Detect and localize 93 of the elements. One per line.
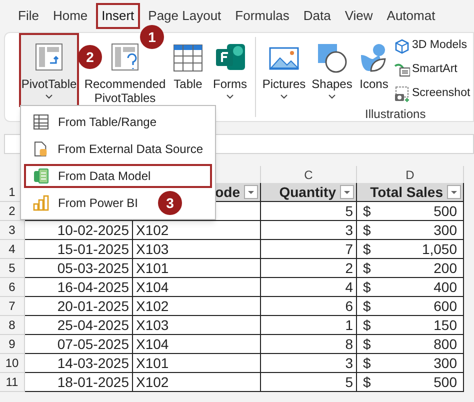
table-cell: X101 <box>133 354 261 373</box>
currency-symbol: $ <box>363 334 371 354</box>
table-cell: 07-05-2025 <box>25 335 133 354</box>
currency-symbol: $ <box>363 316 371 334</box>
filter-dropdown-icon[interactable] <box>447 185 461 199</box>
document-database-icon <box>33 141 49 157</box>
table-cell: 4 <box>261 278 357 297</box>
currency-symbol: $ <box>363 258 371 278</box>
table-cell: 20-01-2025 <box>25 297 133 316</box>
table-cell: 14-03-2025 <box>25 354 133 373</box>
column-heading: Total Sales <box>370 182 443 202</box>
table-cell: 3 <box>261 221 357 240</box>
ribbon-button[interactable]: SmartArt <box>394 59 470 80</box>
row-header[interactable]: 6 <box>0 278 25 297</box>
amount-text: 800 <box>434 334 457 354</box>
ribbon-tab[interactable]: Home <box>46 3 94 29</box>
column-heading: Quantity <box>279 182 336 202</box>
ribbon-button[interactable]: Forms <box>211 33 249 102</box>
table-cell: 7 <box>261 240 357 259</box>
amount-text: 200 <box>434 258 457 278</box>
currency-symbol: $ <box>363 372 371 392</box>
step-badge: 1 <box>140 25 164 49</box>
ribbon-button[interactable]: Screenshot <box>394 83 470 104</box>
amount-text: 150 <box>434 316 457 334</box>
amount-text: 600 <box>434 296 457 316</box>
table-cell: X102 <box>133 221 261 240</box>
menu-item[interactable]: From External Data Source <box>24 137 212 161</box>
row-header[interactable]: 8 <box>0 316 25 335</box>
row-header[interactable]: 10 <box>0 354 25 373</box>
ribbon-tab[interactable]: Automat <box>380 3 442 29</box>
menu-item[interactable]: From Data Model <box>24 164 212 188</box>
amount-text: 500 <box>434 202 457 220</box>
camera-icon <box>394 86 410 102</box>
amount-text: 400 <box>434 278 457 296</box>
table-cell: X102 <box>133 297 261 316</box>
shapes-icon <box>315 41 349 73</box>
bar-chart-icon <box>33 195 49 211</box>
cube-icon <box>394 38 410 54</box>
table-icon <box>33 114 49 130</box>
ribbon-tab[interactable]: Insert <box>96 3 140 29</box>
currency-symbol: $ <box>363 220 371 240</box>
table-cell: 15-01-2025 <box>25 240 133 259</box>
table-cell: X104 <box>133 335 261 354</box>
table-cell: 6 <box>261 297 357 316</box>
table-cell: 1 <box>261 316 357 335</box>
table-cell: 25-04-2025 <box>25 316 133 335</box>
row-header[interactable]: 5 <box>0 259 25 278</box>
table-cell: X104 <box>133 278 261 297</box>
table-cell: 5 <box>261 373 357 392</box>
row-header[interactable]: 9 <box>0 335 25 354</box>
filter-dropdown-icon[interactable] <box>244 185 258 199</box>
ribbon-button[interactable]: 3D Models <box>394 35 470 56</box>
currency-symbol: $ <box>363 296 371 316</box>
table-cell: X101 <box>133 259 261 278</box>
table-cell: 05-03-2025 <box>25 259 133 278</box>
table-cell: 3 <box>261 354 357 373</box>
row-header[interactable]: 4 <box>0 240 25 259</box>
group-label: Illustrations <box>365 106 426 123</box>
table-cell: X102 <box>133 373 261 392</box>
column-heading: ode <box>215 182 240 202</box>
amount-text: 500 <box>434 372 457 392</box>
data-model-icon <box>33 168 49 184</box>
ribbon-button[interactable]: PivotTable <box>19 33 79 107</box>
ribbon-button[interactable]: Table <box>171 33 205 93</box>
table-cell: 8 <box>261 335 357 354</box>
row-header[interactable]: 3 <box>0 221 25 240</box>
table-cell: 2 <box>261 259 357 278</box>
currency-symbol: $ <box>363 354 371 372</box>
currency-symbol: $ <box>363 202 371 220</box>
table-cell: 5 <box>261 202 357 221</box>
currency-symbol: $ <box>363 278 371 296</box>
amount-text: 1,050 <box>422 240 457 258</box>
ribbon-button[interactable]: Icons <box>358 33 390 93</box>
table-cell: X103 <box>133 316 261 335</box>
table-cell: X103 <box>133 240 261 259</box>
row-header[interactable]: 11 <box>0 373 25 392</box>
filter-dropdown-icon[interactable] <box>340 185 354 199</box>
table-cell: 16-04-2025 <box>25 278 133 297</box>
amount-text: 300 <box>434 220 457 240</box>
ribbon-tab[interactable]: Formulas <box>229 3 296 29</box>
table-cell: 10-02-2025 <box>25 221 133 240</box>
ribbon-tab[interactable]: View <box>338 3 379 29</box>
amount-text: 300 <box>434 354 457 372</box>
ribbon-button[interactable]: Shapes <box>312 33 352 102</box>
table-cell: 18-01-2025 <box>25 373 133 392</box>
ribbon-tab[interactable]: File <box>12 3 45 29</box>
ribbon-button[interactable]: Pictures <box>262 33 306 102</box>
smartart-icon <box>394 62 410 78</box>
ribbon-tab[interactable]: Data <box>297 3 337 29</box>
currency-symbol: $ <box>363 240 371 258</box>
row-header[interactable]: 7 <box>0 297 25 316</box>
forms-icon <box>213 41 247 73</box>
menu-item[interactable]: From Table/Range <box>24 110 212 134</box>
